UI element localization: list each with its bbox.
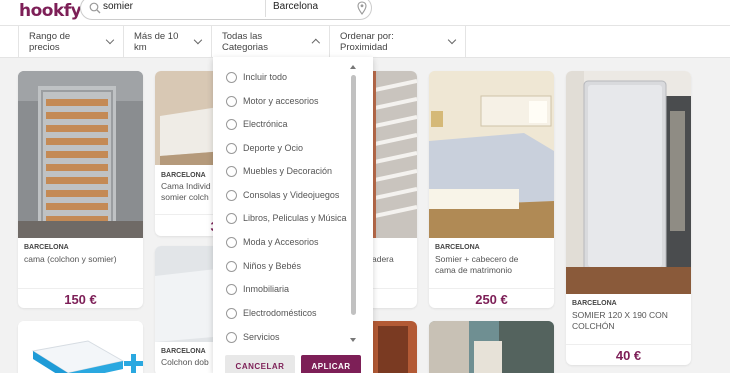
- card-divider: [566, 344, 691, 345]
- product-title[interactable]: SOMIER 120 X 190 CON COLCHÓN: [572, 310, 685, 332]
- card-divider: [18, 288, 143, 289]
- category-label: Inmobiliaria: [243, 284, 290, 294]
- filter-price-range[interactable]: Rango de precios: [18, 26, 124, 57]
- category-option-motor[interactable]: Motor y accesorios: [226, 94, 319, 108]
- product-card[interactable]: [18, 321, 143, 373]
- category-option-consoles[interactable]: Consolas y Videojuegos: [226, 188, 339, 202]
- radio-button[interactable]: [226, 189, 237, 201]
- category-option-appliances[interactable]: Electrodomésticos: [226, 306, 317, 320]
- product-card[interactable]: [429, 321, 554, 373]
- product-image: [429, 321, 554, 373]
- category-label: Incluir todo: [243, 72, 288, 82]
- search-bar[interactable]: somier Barcelona: [80, 0, 372, 20]
- product-city: BARCELONA: [24, 244, 69, 251]
- filter-sort-label: Ordenar por: Proximidad: [340, 30, 394, 53]
- category-option-furniture[interactable]: Muebles y Decoración: [226, 164, 332, 178]
- product-card[interactable]: BARCELONA SOMIER 120 X 190 CON COLCHÓN 4…: [566, 71, 691, 365]
- radio-button[interactable]: [226, 331, 237, 343]
- product-city: BARCELONA: [161, 348, 206, 355]
- chevron-down-icon: [447, 35, 457, 45]
- chevron-down-icon: [105, 35, 115, 45]
- category-option-real-estate[interactable]: Inmobiliaria: [226, 282, 289, 296]
- product-title[interactable]: cama (colchon y somier): [24, 254, 137, 265]
- radio-button[interactable]: [226, 283, 237, 295]
- search-input[interactable]: somier: [103, 1, 133, 12]
- filter-distance[interactable]: Más de 10 km: [124, 26, 212, 57]
- category-label: Niños y Bebés: [243, 261, 302, 271]
- filter-price-range-label: Rango de precios: [29, 30, 71, 53]
- category-label: Moda y Accesorios: [243, 237, 319, 247]
- category-label: Consolas y Videojuegos: [243, 190, 340, 200]
- product-city: BARCELONA: [161, 172, 206, 179]
- cancel-button[interactable]: CANCELAR: [225, 355, 295, 373]
- product-city: BARCELONA: [572, 300, 617, 307]
- product-price: 150 €: [64, 292, 97, 307]
- radio-button[interactable]: [226, 212, 237, 224]
- radio-button[interactable]: [226, 236, 237, 248]
- category-option-electronics[interactable]: Electrónica: [226, 117, 288, 131]
- hookfy-logo[interactable]: hookfy: [19, 1, 82, 21]
- radio-button[interactable]: [226, 260, 237, 272]
- scrollbar-thumb[interactable]: [351, 75, 356, 315]
- category-option-books[interactable]: Libros, Peliculas y Música: [226, 211, 347, 225]
- card-divider: [429, 288, 554, 289]
- product-image: [429, 71, 554, 238]
- search-icon: [89, 2, 101, 14]
- category-label: Motor y accesorios: [243, 96, 319, 106]
- radio-button[interactable]: [226, 71, 237, 83]
- product-image: [18, 71, 143, 238]
- filter-bar: Rango de precios Más de 10 km Todas las …: [0, 25, 730, 58]
- product-title[interactable]: Colchon dob: [161, 357, 219, 368]
- scroll-down-arrow[interactable]: [350, 338, 356, 342]
- radio-button[interactable]: [226, 95, 237, 107]
- category-option-services[interactable]: Servicios: [226, 330, 280, 344]
- filter-distance-label: Más de 10 km: [134, 30, 179, 53]
- radio-button[interactable]: [226, 118, 237, 130]
- category-option-all[interactable]: Incluir todo: [226, 70, 287, 84]
- radio-button[interactable]: [226, 307, 237, 319]
- category-label: Servicios: [243, 332, 280, 342]
- filter-categories-label: Todas las Categorias: [222, 30, 268, 53]
- category-option-fashion[interactable]: Moda y Accesorios: [226, 235, 319, 249]
- scroll-up-arrow[interactable]: [350, 65, 356, 69]
- product-title[interactable]: adera: [372, 254, 411, 265]
- product-image: [566, 71, 691, 294]
- product-title[interactable]: Somier + cabecero de cama de matrimonio: [435, 254, 548, 276]
- product-price: 250 €: [475, 292, 508, 307]
- product-card[interactable]: BARCELONA Somier + cabecero de cama de m…: [429, 71, 554, 308]
- filter-sort[interactable]: Ordenar por: Proximidad: [330, 26, 466, 57]
- location-input[interactable]: Barcelona: [273, 1, 318, 12]
- category-option-kids[interactable]: Niños y Bebés: [226, 259, 301, 273]
- product-city: BARCELONA: [435, 244, 480, 251]
- category-label: Libros, Peliculas y Música: [243, 213, 347, 223]
- category-label: Muebles y Decoración: [243, 166, 333, 176]
- apply-button[interactable]: APLICAR: [301, 355, 361, 373]
- search-divider: [265, 0, 266, 17]
- chevron-up-icon: [311, 38, 321, 48]
- product-image: [18, 321, 143, 373]
- product-price: 40 €: [615, 348, 642, 363]
- category-label: Electrónica: [243, 119, 288, 129]
- radio-button[interactable]: [226, 165, 237, 177]
- product-title[interactable]: Cama Individ somier colch: [161, 181, 219, 203]
- radio-button[interactable]: [226, 142, 237, 154]
- category-option-sports[interactable]: Deporte y Ocio: [226, 141, 303, 155]
- chevron-down-icon: [194, 35, 203, 45]
- category-label: Deporte y Ocio: [243, 143, 304, 153]
- filter-categories[interactable]: Todas las Categorias: [212, 26, 330, 57]
- product-card[interactable]: BARCELONA cama (colchon y somier) 150 €: [18, 71, 143, 308]
- top-bar: hookfy somier Barcelona: [0, 0, 730, 25]
- category-label: Electrodomésticos: [243, 308, 317, 318]
- location-pin-icon[interactable]: [357, 1, 367, 15]
